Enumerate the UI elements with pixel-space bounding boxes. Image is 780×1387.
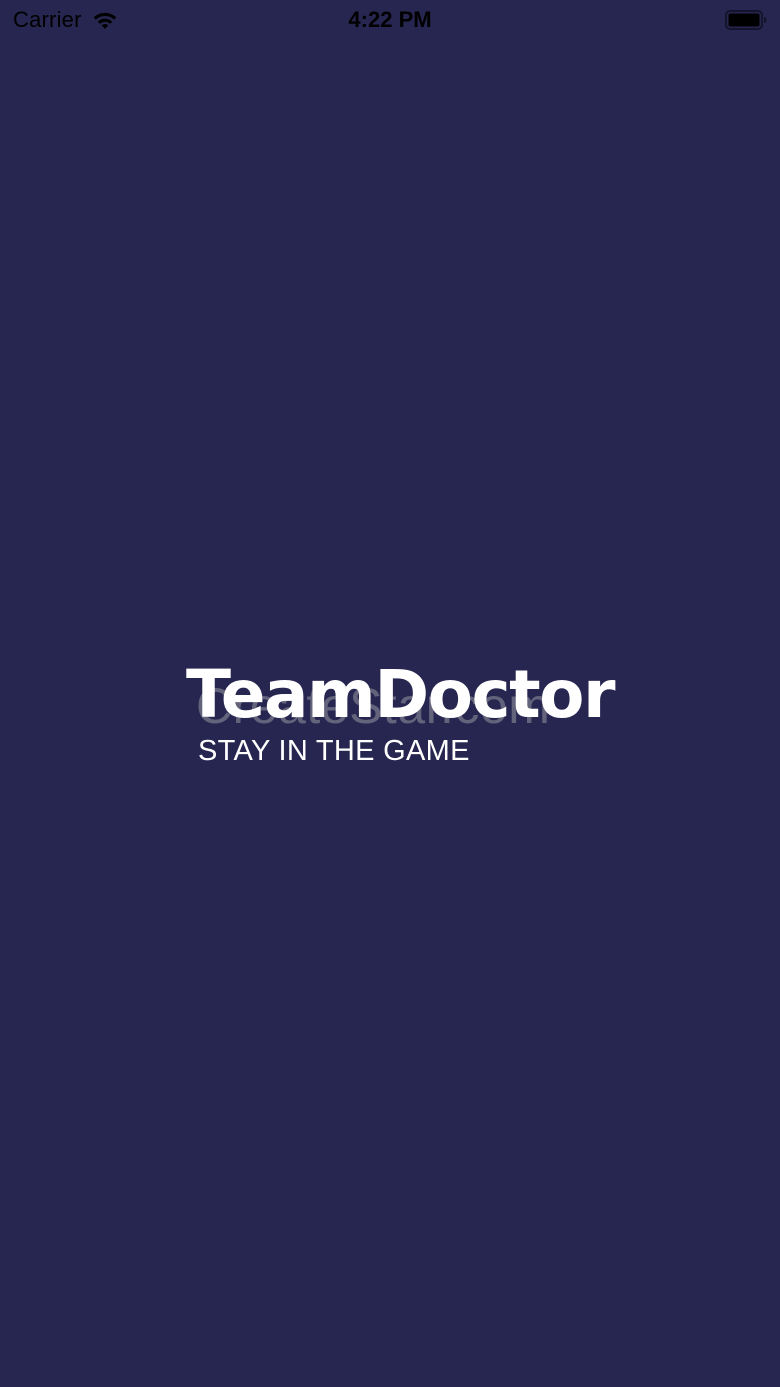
status-bar: Carrier 4:22 PM (0, 0, 780, 40)
status-time: 4:22 PM (348, 7, 432, 32)
splash-screen: Carrier 4:22 PM CreateStar.com TeamDocto… (0, 0, 780, 1387)
battery-icon (725, 10, 767, 30)
brand-block: CreateStar.com TeamDoctor STAY IN THE GA… (186, 655, 616, 785)
tagline: STAY IN THE GAME (198, 735, 470, 767)
app-title: TeamDoctor (186, 656, 616, 733)
